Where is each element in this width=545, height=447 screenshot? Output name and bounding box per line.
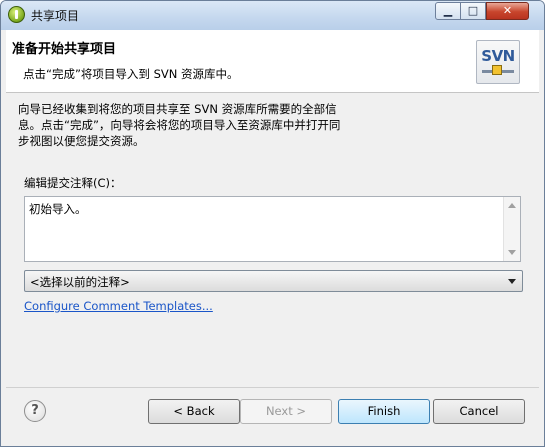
cancel-button[interactable]: Cancel (433, 399, 525, 424)
commit-comment-textarea[interactable]: 初始导入。 (24, 196, 521, 262)
intro-text: 向导已经收集到将您的项目共享至 SVN 资源库所需要的全部信 息。点击“完成”，… (18, 101, 378, 149)
page-description: 点击“完成”将项目导入到 SVN 资源库中。 (23, 67, 239, 81)
configure-comment-templates-link[interactable]: Configure Comment Templates... (24, 299, 213, 313)
next-button[interactable]: Next > (240, 399, 332, 424)
close-button[interactable]: ✕ (486, 2, 529, 20)
app-icon (8, 6, 25, 23)
help-icon[interactable]: ? (24, 400, 46, 422)
intro-line: 向导已经收集到将您的项目共享至 SVN 资源库所需要的全部信 (18, 102, 337, 116)
window-title: 共享项目 (31, 9, 80, 23)
comment-label: 编辑提交注释(C)： (24, 176, 122, 190)
svn-logo-knob (492, 65, 502, 75)
page-title: 准备开始共享项目 (12, 42, 117, 57)
previous-comments-value: <选择以前的注释> (30, 275, 130, 289)
commit-comment-text: 初始导入。 (29, 202, 87, 216)
back-button[interactable]: < Back (148, 399, 240, 424)
dropdown-arrow-icon (508, 279, 516, 284)
svn-logo-text: SVN (481, 47, 515, 65)
share-project-dialog: 共享项目 ▁ □ ✕ 准备开始共享项目 点击“完成”将项目导入到 SVN 资源库… (0, 0, 545, 447)
scroll-down-icon[interactable] (508, 250, 516, 255)
finish-button[interactable]: Finish (338, 399, 430, 424)
minimize-button[interactable]: ▁ (435, 2, 461, 20)
previous-comments-select[interactable]: <选择以前的注释> (24, 270, 523, 292)
comment-scrollbar[interactable] (503, 197, 520, 261)
svn-logo-icon: SVN (476, 40, 520, 84)
button-bar-separator (6, 387, 539, 388)
maximize-button[interactable]: □ (460, 2, 486, 20)
intro-line: 息。点击“完成”，向导将会将您的项目导入至资源库中并打开同 (18, 118, 341, 132)
title-bar[interactable]: 共享项目 ▁ □ ✕ (1, 1, 544, 30)
wizard-content: 向导已经收集到将您的项目共享至 SVN 资源库所需要的全部信 息。点击“完成”，… (6, 93, 539, 386)
intro-line: 步视图以便您提交资源。 (18, 134, 145, 148)
scroll-up-icon[interactable] (508, 203, 516, 208)
wizard-header: 准备开始共享项目 点击“完成”将项目导入到 SVN 资源库中。 SVN (6, 30, 539, 93)
